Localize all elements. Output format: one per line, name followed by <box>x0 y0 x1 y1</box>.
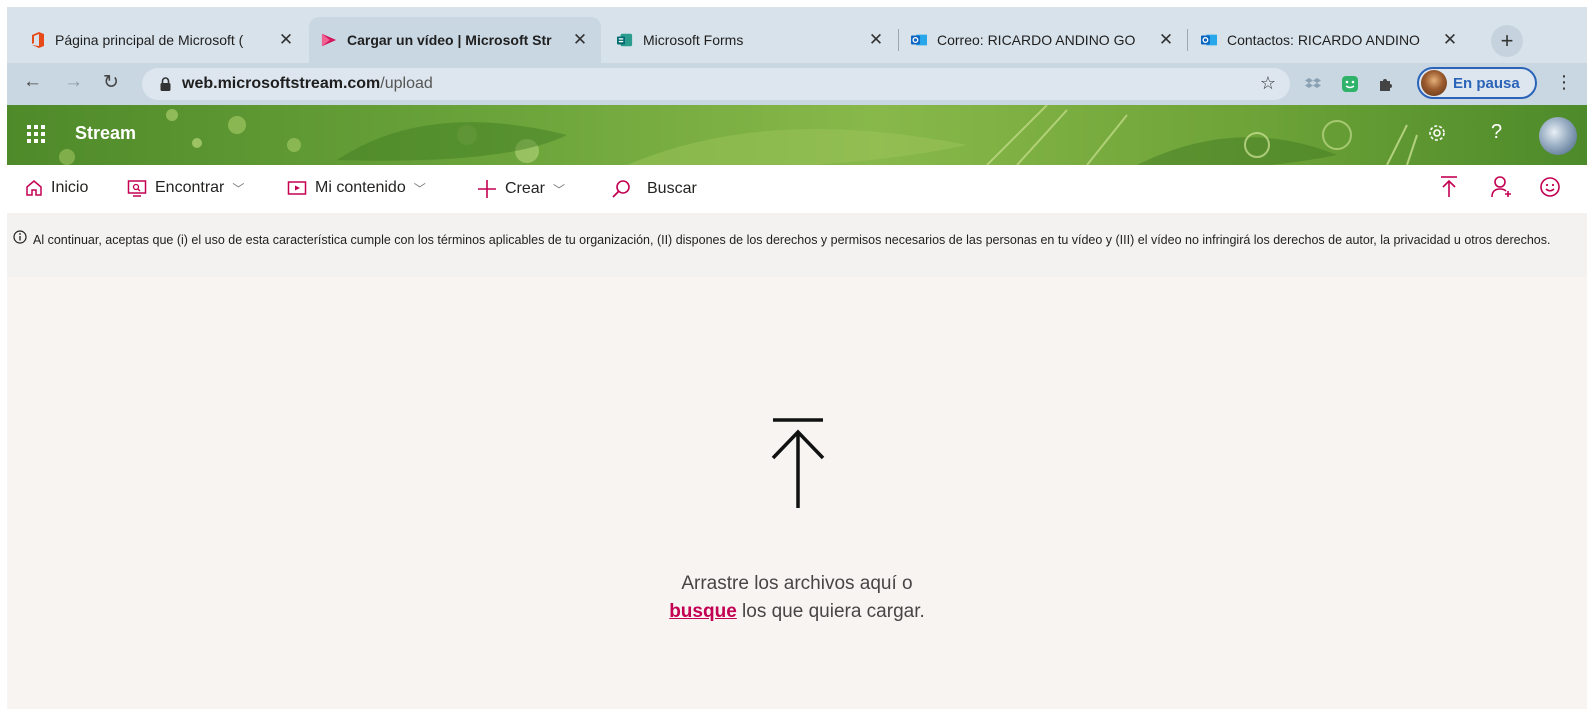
help-icon[interactable]: ? <box>1491 121 1502 144</box>
upload-icon[interactable] <box>1439 175 1459 204</box>
close-icon[interactable]: ✕ <box>277 30 295 50</box>
browser-window: Página principal de Microsoft ( ✕ Cargar… <box>7 7 1587 709</box>
nav-item-encontrar[interactable]: Encontrar ﹀ <box>127 179 244 197</box>
puzzle-extensions-icon[interactable] <box>1377 75 1395 93</box>
forward-icon[interactable]: → <box>64 71 83 93</box>
tab-title: Cargar un vídeo | Microsoft Str <box>347 32 552 48</box>
terms-notice-text: Al continuar, aceptas que (i) el uso de … <box>33 233 1551 247</box>
upload-instructions: Arrastre los archivos aquí o busque los … <box>547 570 1047 626</box>
nav-item-mi-contenido[interactable]: Mi contenido ﹀ <box>287 179 426 197</box>
profile-avatar <box>1421 70 1447 96</box>
upload-instructions-line1: Arrastre los archivos aquí o <box>681 573 913 594</box>
reload-icon[interactable]: ↻ <box>103 71 119 94</box>
close-icon[interactable]: ✕ <box>1441 30 1459 50</box>
nav-item-label: Encontrar <box>155 179 225 196</box>
lock-icon <box>160 77 171 96</box>
url-path: /upload <box>380 75 433 92</box>
tab-office-home[interactable]: Página principal de Microsoft ( ✕ <box>17 17 307 63</box>
back-icon[interactable]: ← <box>23 71 42 93</box>
upload-arrow-icon <box>770 418 826 515</box>
user-avatar[interactable] <box>1539 117 1577 155</box>
browser-menu-icon[interactable]: ⋮ <box>1555 72 1573 93</box>
new-tab-button[interactable]: + <box>1491 25 1523 57</box>
chevron-down-icon: ﹀ <box>413 181 426 196</box>
url-text: web.microsoftstream.com/upload <box>182 75 433 93</box>
close-icon[interactable]: ✕ <box>1157 30 1175 50</box>
address-bar[interactable]: web.microsoftstream.com/upload ☆ <box>142 68 1290 100</box>
close-icon[interactable]: ✕ <box>867 30 885 50</box>
stream-nav-bar: Inicio Encontrar ﹀ Mi contenido ﹀ Crear … <box>7 165 1587 213</box>
stream-suite-bar: Stream ? <box>7 105 1587 165</box>
plus-icon <box>477 179 497 199</box>
outlook-icon <box>911 32 927 48</box>
home-icon <box>25 179 43 197</box>
nav-item-buscar[interactable]: Buscar <box>611 179 697 199</box>
tab-title: Correo: RICARDO ANDINO GO <box>937 32 1136 48</box>
nav-item-label: Inicio <box>51 179 89 196</box>
forms-icon <box>617 32 633 48</box>
app-name[interactable]: Stream <box>75 123 136 144</box>
nav-item-crear[interactable]: Crear ﹀ <box>477 179 565 199</box>
outlook-icon <box>1201 32 1217 48</box>
upload-dropzone[interactable]: Arrastre los archivos aquí o busque los … <box>7 277 1587 709</box>
person-icon[interactable] <box>1491 175 1513 204</box>
tab-stream-upload[interactable]: Cargar un vídeo | Microsoft Str ✕ <box>309 17 601 63</box>
terms-notice: Al continuar, aceptas que (i) el uso de … <box>7 213 1587 277</box>
feedback-smiley-icon[interactable] <box>1539 175 1561 204</box>
tab-title: Página principal de Microsoft ( <box>55 32 244 48</box>
browser-toolbar: ← → ↻ web.microsoftstream.com/upload ☆ E… <box>7 63 1587 105</box>
dropbox-extension-icon[interactable] <box>1304 75 1322 93</box>
tab-microsoft-forms[interactable]: Microsoft Forms ✕ <box>605 17 897 63</box>
discover-icon <box>127 179 147 197</box>
search-icon <box>611 179 631 199</box>
tab-outlook-contacts[interactable]: Contactos: RICARDO ANDINO ✕ <box>1189 17 1471 63</box>
profile-status-label: En pausa <box>1453 74 1520 92</box>
office-icon <box>29 32 45 48</box>
tab-title: Microsoft Forms <box>643 32 744 48</box>
info-icon <box>13 230 27 249</box>
tab-strip: Página principal de Microsoft ( ✕ Cargar… <box>7 7 1587 63</box>
browse-files-link[interactable]: busque <box>669 601 737 622</box>
header-leaf-background <box>59 105 1418 165</box>
video-icon <box>287 179 307 197</box>
tab-title: Contactos: RICARDO ANDINO <box>1227 32 1420 48</box>
upload-instructions-line2-rest: los que quiera cargar. <box>736 601 925 622</box>
app-launcher-icon[interactable] <box>27 125 45 143</box>
upload-instructions-line2: busque los que quiera cargar. <box>547 598 1047 626</box>
close-icon[interactable]: ✕ <box>571 30 589 50</box>
tab-outlook-mail[interactable]: Correo: RICARDO ANDINO GO ✕ <box>899 17 1187 63</box>
chevron-down-icon: ﹀ <box>232 181 245 196</box>
settings-gear-icon[interactable] <box>1427 123 1447 149</box>
stream-icon <box>321 32 337 48</box>
nav-item-inicio[interactable]: Inicio <box>25 179 88 197</box>
bookmark-star-icon[interactable]: ☆ <box>1260 73 1276 94</box>
chevron-down-icon: ﹀ <box>553 182 566 197</box>
nav-item-label: Crear <box>505 180 546 197</box>
url-host: web.microsoftstream.com <box>182 75 381 92</box>
smile-extension-icon[interactable] <box>1341 75 1359 93</box>
tab-separator <box>1187 29 1188 51</box>
profile-button[interactable]: En pausa <box>1417 67 1537 99</box>
nav-item-label: Mi contenido <box>315 179 406 196</box>
nav-item-label: Buscar <box>647 180 697 197</box>
